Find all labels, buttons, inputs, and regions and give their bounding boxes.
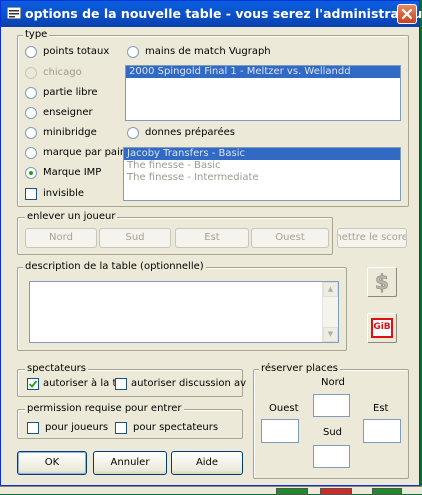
radio-partie-libre[interactable] — [25, 87, 37, 99]
label-points-totaux: points totaux — [43, 46, 110, 57]
north-label: Nord — [321, 377, 345, 388]
gib-button[interactable]: GiB — [367, 313, 397, 343]
west-label: Ouest — [269, 403, 299, 414]
close-button[interactable] — [397, 4, 417, 24]
scroll-down-arrow[interactable]: ▼ — [323, 327, 338, 342]
title-bar[interactable]: options de la nouvelle table - vous sere… — [1, 1, 422, 27]
gib-label: GiB — [373, 322, 391, 332]
prepared-deals-list[interactable]: Jacoby Transfers - Basic The finesse - B… — [123, 147, 401, 201]
dollar-button[interactable]: $ — [367, 267, 397, 297]
permission-players-checkbox[interactable] — [27, 422, 39, 434]
south-label: Sud — [323, 427, 343, 438]
allow-spectators-checkbox[interactable] — [27, 378, 39, 390]
radio-chicago — [25, 67, 37, 79]
list-item[interactable]: The finesse - Basic — [124, 160, 400, 172]
label-partie-libre: partie libre — [43, 87, 98, 98]
allow-discussion-checkbox[interactable] — [115, 378, 127, 390]
label-marque-imp: Marque IMP — [43, 167, 102, 178]
label-marque-par-paire: marque par paire — [43, 147, 130, 158]
label-vugraph: mains de match Vugraph — [145, 46, 271, 57]
label-chicago: chicago — [43, 67, 82, 78]
type-group-legend: type — [23, 29, 50, 40]
radio-donnes-preparees[interactable] — [127, 127, 139, 139]
radio-minibridge[interactable] — [25, 127, 37, 139]
set-score-button[interactable]: mettre le score a — [337, 228, 407, 248]
allow-spectators-label: autoriser à la t — [43, 378, 117, 389]
permission-players-label: pour joueurs — [45, 422, 109, 433]
remove-sud-button[interactable]: Sud — [99, 228, 171, 248]
invisible-label: invisible — [43, 188, 85, 199]
label-donnes-preparees: donnes préparées — [145, 127, 235, 138]
help-button[interactable]: Aide — [171, 451, 243, 475]
window-title: options de la nouvelle table - vous sere… — [25, 6, 422, 21]
list-item[interactable]: The finesse - Intermediate — [124, 172, 400, 184]
list-item[interactable]: 2000 Spingold Final 1 - Meltzer vs. Well… — [126, 66, 400, 78]
description-legend: description de la table (optionnelle) — [23, 261, 206, 272]
description-scrollbar[interactable]: ▲ ▼ — [322, 282, 338, 342]
radio-marque-par-paire[interactable] — [25, 147, 37, 159]
svg-text:$: $ — [375, 270, 389, 294]
dollar-icon: $ — [375, 270, 390, 295]
east-seat-input[interactable] — [363, 419, 401, 443]
west-seat-input[interactable] — [261, 419, 299, 443]
permission-spectators-checkbox[interactable] — [115, 422, 127, 434]
remove-nord-button[interactable]: Nord — [25, 228, 97, 248]
remove-ouest-button[interactable]: Ouest — [251, 228, 329, 248]
permission-spectators-label: pour spectateurs — [133, 422, 219, 433]
radio-enseigner[interactable] — [25, 107, 37, 119]
vugraph-list[interactable]: 2000 Spingold Final 1 - Meltzer vs. Well… — [125, 65, 401, 121]
south-seat-input[interactable] — [313, 445, 350, 468]
label-minibridge: minibridge — [43, 127, 97, 138]
dialog-window: options de la nouvelle table - vous sere… — [0, 0, 422, 486]
allow-discussion-label: autoriser discussion av — [131, 378, 247, 389]
description-textarea[interactable]: ▲ ▼ — [29, 281, 339, 343]
scroll-up-arrow[interactable]: ▲ — [323, 282, 338, 297]
permission-legend: permission requise pour entrer — [25, 403, 184, 414]
window-icon — [7, 7, 21, 19]
spectators-legend: spectateurs — [25, 363, 88, 374]
radio-points-totaux[interactable] — [25, 46, 37, 58]
close-icon — [401, 8, 413, 20]
list-item[interactable]: Jacoby Transfers - Basic — [124, 148, 400, 160]
radio-marque-imp[interactable] — [25, 167, 37, 179]
gib-icon: GiB — [371, 318, 393, 338]
reserve-seats-legend: réserver places — [259, 363, 340, 374]
background-strip — [0, 486, 422, 495]
label-enseigner: enseigner — [43, 107, 93, 118]
cancel-button[interactable]: Annuler — [93, 451, 167, 475]
east-label: Est — [373, 403, 389, 414]
check-icon — [28, 380, 38, 388]
invisible-checkbox[interactable] — [25, 188, 37, 200]
remove-player-legend: enlever un joueur — [25, 211, 118, 222]
remove-est-button[interactable]: Est — [175, 228, 249, 248]
north-seat-input[interactable] — [313, 394, 350, 417]
radio-vugraph[interactable] — [127, 46, 139, 58]
ok-button[interactable]: OK — [17, 451, 87, 475]
